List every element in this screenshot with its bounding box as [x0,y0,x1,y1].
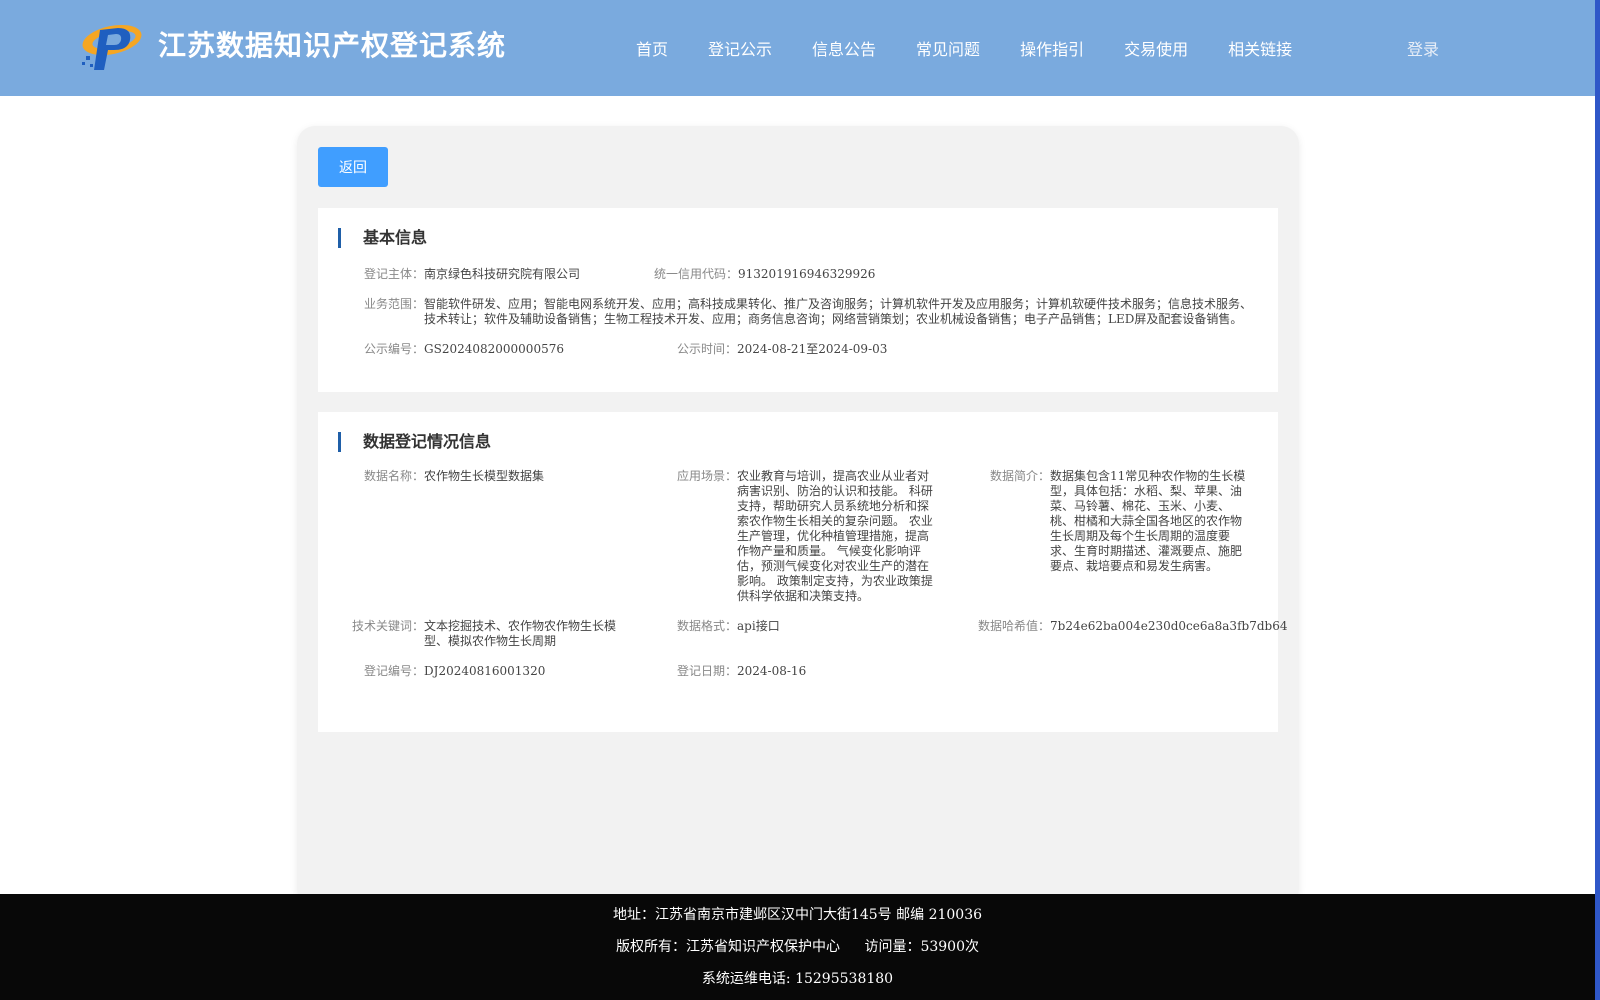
application-scene-label: 应用场景： [677,469,738,483]
publicity-time-label: 公示时间： [677,342,738,356]
data-hash-label: 数据哈希值： [978,619,1051,633]
business-scope-value: 智能软件研发、应用；智能电网系统开发、应用；高科技成果转化、推广及咨询服务；计算… [424,297,1253,326]
registration-date-field: 登记日期： 2024-08-16 [677,664,806,679]
nav-related-links[interactable]: 相关链接 [1228,36,1292,60]
data-registration-card: 数据登记情况信息 数据名称： 农作物生长模型数据集 应用场景： 农业教育与培训，… [318,412,1287,732]
registration-no-field: 登记编号： DJ20240816001320 [364,664,545,679]
credit-code-label: 统一信用代码： [654,267,739,281]
registration-no-label: 登记编号： [364,664,425,678]
data-format-label: 数据格式： [677,619,738,633]
login-link[interactable]: 登录 [1407,36,1439,60]
data-registration-title: 数据登记情况信息 [338,432,491,452]
nav-home[interactable]: 首页 [636,36,668,60]
page-scrollbar[interactable] [1595,0,1600,1000]
registration-date-value: 2024-08-16 [737,664,807,678]
data-intro-value: 数据集包含11常见种农作物的生长模型，具体包括：水稻、梨、苹果、油菜、马铃薯、棉… [1050,469,1246,573]
nav-operation-guide[interactable]: 操作指引 [1020,36,1084,60]
detail-panel: 返回 基本信息 登记主体： 南京绿色科技研究院有限公司 统一信用代码： 9132… [297,126,1299,906]
tech-keywords-field: 技术关键词： 文本挖掘技术、农作物农作物生长模型、模拟农作物生长周期 [352,619,632,649]
footer-phone: 系统运维电话: 15295538180 [701,971,894,987]
registration-no-value: DJ20240816001320 [424,664,546,678]
publicity-time-field: 公示时间： 2024-08-21至2024-09-03 [677,342,887,357]
data-name-value: 农作物生长模型数据集 [424,469,545,483]
subject-value: 南京绿色科技研究院有限公司 [424,267,581,281]
credit-code-field: 统一信用代码： 913201916946329926 [654,267,875,282]
data-name-field: 数据名称： 农作物生长模型数据集 [364,469,544,484]
site-logo-icon[interactable] [78,18,144,72]
footer-copyright: 版权所有：江苏省知识产权保护中心 [616,939,840,955]
publicity-no-value: GS2024082000000576 [424,342,564,356]
subject-label: 登记主体： [364,267,425,281]
data-hash-field: 数据哈希值： 7b24e62ba004e230d0ce6a8a3fb7db64 [978,619,1287,634]
subject-field: 登记主体： 南京绿色科技研究院有限公司 [364,267,580,282]
business-scope-field: 业务范围： 智能软件研发、应用；智能电网系统开发、应用；高科技成果转化、推广及咨… [364,297,1254,327]
basic-info-card: 基本信息 登记主体： 南京绿色科技研究院有限公司 统一信用代码： 9132019… [318,208,1278,392]
business-scope-label: 业务范围： [364,297,425,311]
data-format-field: 数据格式： api接口 [677,619,780,634]
application-scene-value: 农业教育与培训，提高农业从业者对病害识别、防治的认识和技能。 科研支持，帮助研究… [737,469,933,603]
main-nav: 首页 登记公示 信息公告 常见问题 操作指引 交易使用 相关链接 [636,36,1332,60]
basic-info-title: 基本信息 [338,228,427,248]
footer-copyright-row: 版权所有：江苏省知识产权保护中心 访问量：53900次 [0,936,1595,956]
publicity-no-field: 公示编号： GS2024082000000576 [364,342,564,357]
nav-faq[interactable]: 常见问题 [916,36,980,60]
tech-keywords-value: 文本挖掘技术、农作物农作物生长模型、模拟农作物生长周期 [424,619,617,648]
application-scene-field: 应用场景： 农业教育与培训，提高农业从业者对病害识别、防治的认识和技能。 科研支… [677,469,939,604]
credit-code-value: 913201916946329926 [738,267,876,281]
data-name-label: 数据名称： [364,469,425,483]
data-hash-value: 7b24e62ba004e230d0ce6a8a3fb7db64 [1050,619,1288,633]
footer-visits: 访问量：53900次 [864,939,979,955]
data-intro-field: 数据简介： 数据集包含11常见种农作物的生长模型，具体包括：水稻、梨、苹果、油菜… [990,469,1254,574]
nav-announcements[interactable]: 信息公告 [812,36,876,60]
site-header: 江苏数据知识产权登记系统 首页 登记公示 信息公告 常见问题 操作指引 交易使用… [0,0,1595,96]
nav-trading-use[interactable]: 交易使用 [1124,36,1188,60]
footer-address: 地址：江苏省南京市建邺区汉中门大街145号 邮编 210036 [612,907,983,923]
nav-registration-publicity[interactable]: 登记公示 [708,36,772,60]
site-title: 江苏数据知识产权登记系统 [158,29,507,62]
publicity-no-label: 公示编号： [364,342,425,356]
data-format-value: api接口 [737,619,780,633]
registration-date-label: 登记日期： [677,664,738,678]
publicity-time-value: 2024-08-21至2024-09-03 [737,342,888,356]
back-button[interactable]: 返回 [318,147,388,187]
data-intro-label: 数据简介： [990,469,1051,483]
site-footer: 地址：江苏省南京市建邺区汉中门大街145号 邮编 210036 版权所有：江苏省… [0,894,1595,1000]
tech-keywords-label: 技术关键词： [352,619,425,633]
